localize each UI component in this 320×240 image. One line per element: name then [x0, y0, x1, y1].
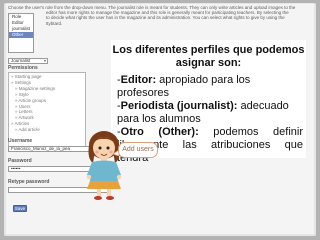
role-dropdown-list[interactable]: Role Editor journalist Other: [8, 13, 34, 53]
permissions-label: Permissions: [8, 65, 38, 71]
role-option-selected[interactable]: Other: [9, 32, 33, 38]
username-label: Username: [8, 138, 33, 144]
intro-line: to decide what rights the user has in th…: [46, 15, 285, 21]
intro-text: Choose the user's role from the drop-dow…: [6, 4, 312, 27]
tree-node[interactable]: » Add article: [11, 127, 83, 133]
role-description-editor: -Editor: apropiado para los profesores: [117, 74, 251, 99]
explanation-card: Los diferentes perfiles que podemos asig…: [111, 40, 306, 164]
retype-password-label: Retype password: [8, 179, 50, 185]
intro-line: ttybtard.: [46, 20, 63, 26]
card-title: Los diferentes perfiles que podemos asig…: [112, 44, 305, 69]
role-select[interactable]: Journalist ▾: [8, 58, 48, 64]
cartoon-girl-illustration: [86, 131, 122, 200]
role-description-journalist: -Periodista (journalist): adecuado para …: [117, 100, 289, 125]
add-users-callout: Add users: [118, 142, 158, 158]
password-label: Password: [8, 158, 32, 164]
role-select-value: Journalist: [11, 58, 31, 63]
chevron-down-icon: ▾: [43, 58, 46, 63]
save-button[interactable]: Save: [13, 205, 27, 212]
